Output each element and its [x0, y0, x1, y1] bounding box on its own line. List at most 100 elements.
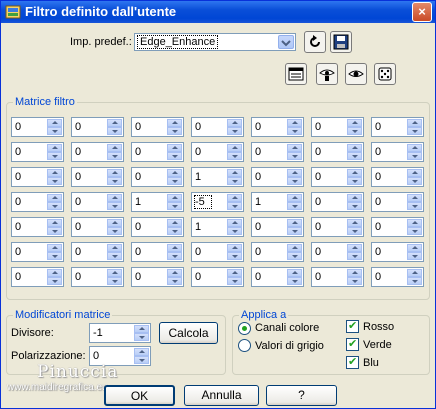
color-channels-label[interactable]: Canali colore [255, 322, 319, 334]
spin-up-icon[interactable] [47, 119, 62, 127]
spin-down-icon[interactable] [107, 202, 122, 210]
spin-down-icon[interactable] [47, 277, 62, 285]
matrix-cell-6-6[interactable]: 0 [371, 267, 424, 287]
matrix-cell-5-0[interactable]: 0 [11, 242, 64, 262]
matrix-cell-4-3[interactable]: 1 [191, 217, 244, 237]
matrix-cell-4-5[interactable]: 0 [311, 217, 364, 237]
matrix-cell-1-6[interactable]: 0 [371, 142, 424, 162]
spin-up-icon[interactable] [107, 269, 122, 277]
spin-up-icon[interactable] [47, 144, 62, 152]
matrix-cell-5-6[interactable]: 0 [371, 242, 424, 262]
spin-up-icon[interactable] [407, 169, 422, 177]
matrix-cell-6-4[interactable]: 0 [251, 267, 304, 287]
matrix-cell-2-4[interactable]: 0 [251, 167, 304, 187]
spin-down-icon[interactable] [347, 252, 362, 260]
matrix-cell-4-0[interactable]: 0 [11, 217, 64, 237]
chevron-down-icon[interactable] [278, 35, 294, 49]
spin-up-icon[interactable] [347, 169, 362, 177]
matrix-cell-5-5[interactable]: 0 [311, 242, 364, 262]
spin-down-icon[interactable] [347, 127, 362, 135]
spin-up-icon[interactable] [107, 169, 122, 177]
blue-label[interactable]: Blu [363, 357, 379, 369]
spin-up-icon[interactable] [227, 244, 242, 252]
spin-down-icon[interactable] [407, 227, 422, 235]
spin-up-icon[interactable] [407, 194, 422, 202]
matrix-cell-1-0[interactable]: 0 [11, 142, 64, 162]
spin-down-icon[interactable] [227, 152, 242, 160]
spin-down-icon[interactable] [107, 227, 122, 235]
spin-down-icon[interactable] [107, 127, 122, 135]
spin-down-icon[interactable] [407, 202, 422, 210]
spin-up-icon[interactable] [134, 348, 149, 356]
spin-down-icon[interactable] [347, 227, 362, 235]
matrix-cell-2-0[interactable]: 0 [11, 167, 64, 187]
spin-down-icon[interactable] [47, 152, 62, 160]
spin-up-icon[interactable] [227, 269, 242, 277]
spin-up-icon[interactable] [47, 219, 62, 227]
preset-select[interactable]: Edge_Enhance [134, 33, 296, 51]
red-label[interactable]: Rosso [363, 321, 394, 333]
green-checkbox[interactable] [346, 337, 359, 351]
spin-up-icon[interactable] [227, 119, 242, 127]
cancel-button[interactable]: Annulla [184, 385, 259, 406]
spin-up-icon[interactable] [227, 219, 242, 227]
spin-up-icon[interactable] [347, 219, 362, 227]
color-channels-radio[interactable] [238, 322, 251, 335]
matrix-cell-1-1[interactable]: 0 [71, 142, 124, 162]
spin-up-icon[interactable] [107, 194, 122, 202]
spin-down-icon[interactable] [287, 252, 302, 260]
matrix-cell-0-5[interactable]: 0 [311, 117, 364, 137]
matrix-cell-1-5[interactable]: 0 [311, 142, 364, 162]
spin-down-icon[interactable] [167, 277, 182, 285]
spin-down-icon[interactable] [107, 277, 122, 285]
matrix-cell-4-4[interactable]: 0 [251, 217, 304, 237]
spin-down-icon[interactable] [167, 152, 182, 160]
spin-down-icon[interactable] [167, 227, 182, 235]
preview-button[interactable] [345, 63, 367, 85]
spin-down-icon[interactable] [347, 152, 362, 160]
spin-down-icon[interactable] [167, 127, 182, 135]
matrix-cell-2-3[interactable]: 1 [191, 167, 244, 187]
divisor-stepper[interactable]: -1 [89, 323, 151, 343]
spin-down-icon[interactable] [407, 127, 422, 135]
reset-preset-button[interactable] [304, 31, 326, 53]
spin-down-icon[interactable] [407, 252, 422, 260]
spin-up-icon[interactable] [347, 244, 362, 252]
spin-up-icon[interactable] [407, 219, 422, 227]
matrix-cell-3-0[interactable]: 0 [11, 192, 64, 212]
grey-values-label[interactable]: Valori di grigio [255, 340, 324, 352]
matrix-cell-1-3[interactable]: 0 [191, 142, 244, 162]
spin-up-icon[interactable] [287, 219, 302, 227]
spin-up-icon[interactable] [227, 194, 242, 202]
spin-down-icon[interactable] [47, 202, 62, 210]
matrix-cell-3-4[interactable]: 1 [251, 192, 304, 212]
matrix-cell-0-2[interactable]: 0 [131, 117, 184, 137]
toggle-window-button[interactable] [285, 63, 307, 85]
matrix-cell-6-1[interactable]: 0 [71, 267, 124, 287]
matrix-cell-6-0[interactable]: 0 [11, 267, 64, 287]
spin-down-icon[interactable] [347, 202, 362, 210]
matrix-cell-6-5[interactable]: 0 [311, 267, 364, 287]
spin-up-icon[interactable] [227, 169, 242, 177]
spin-up-icon[interactable] [107, 244, 122, 252]
spin-down-icon[interactable] [167, 202, 182, 210]
spin-down-icon[interactable] [167, 252, 182, 260]
spin-up-icon[interactable] [347, 144, 362, 152]
spin-up-icon[interactable] [407, 144, 422, 152]
spin-down-icon[interactable] [407, 152, 422, 160]
matrix-cell-6-2[interactable]: 0 [131, 267, 184, 287]
spin-up-icon[interactable] [287, 119, 302, 127]
spin-up-icon[interactable] [407, 244, 422, 252]
spin-down-icon[interactable] [47, 227, 62, 235]
spin-up-icon[interactable] [167, 219, 182, 227]
matrix-cell-3-2[interactable]: 1 [131, 192, 184, 212]
spin-down-icon[interactable] [347, 277, 362, 285]
calculate-button[interactable]: Calcola [159, 322, 218, 344]
randomize-button[interactable] [374, 63, 396, 85]
spin-down-icon[interactable] [287, 202, 302, 210]
matrix-cell-2-1[interactable]: 0 [71, 167, 124, 187]
spin-up-icon[interactable] [167, 194, 182, 202]
matrix-cell-0-0[interactable]: 0 [11, 117, 64, 137]
spin-up-icon[interactable] [287, 244, 302, 252]
spin-up-icon[interactable] [107, 119, 122, 127]
